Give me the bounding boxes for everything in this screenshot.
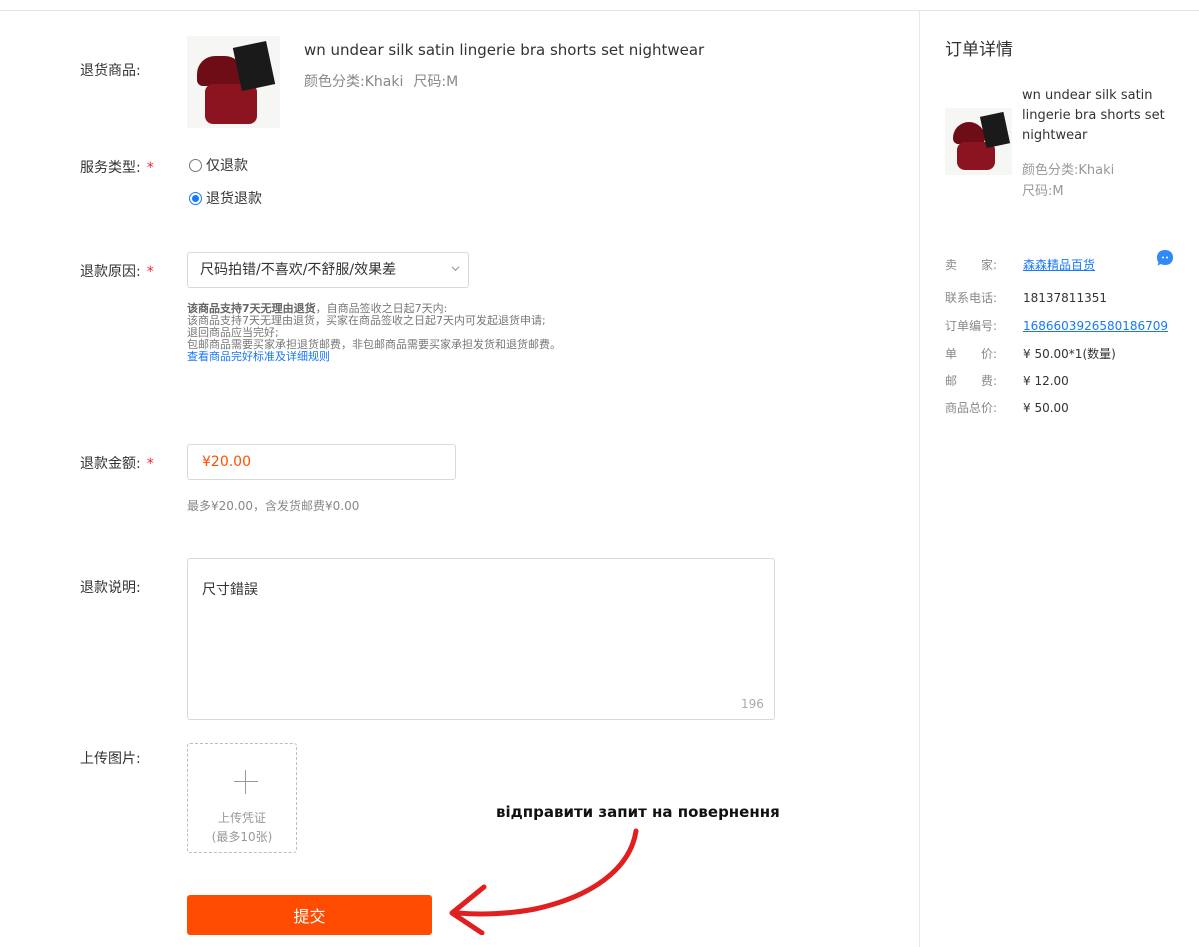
order-number-link[interactable]: 1686603926580186709 [1023,319,1168,333]
radio-refund-only[interactable]: 仅退款 [189,155,248,175]
refund-reason-select[interactable]: 尺码拍错/不喜欢/不舒服/效果差 [187,252,469,288]
order-product-size: 尺码:M [1022,184,1064,199]
refund-description-label: 退款说明: [80,580,141,596]
product-label: 退货商品: [80,63,141,79]
char-counter: 196 [741,697,764,711]
radio-circle[interactable] [189,158,202,172]
phone-row: 联系电话: 18137811351 [945,291,1107,305]
product-thumbnail [187,36,280,128]
refund-reason-value: 尺码拍错/不喜欢/不舒服/效果差 [200,262,397,278]
unit-price-value: ¥ 50.00*1(数量) [1023,347,1116,361]
total-price-value: ¥ 50.00 [1023,401,1069,415]
upload-proof-button[interactable]: 上传凭证 (最多10张) [187,743,297,853]
seller-row: 卖 家: 森森精品百货 [945,258,1096,272]
required-mark: * [146,160,154,176]
shipping-fee-row: 邮 费: ¥ 12.00 [945,374,1069,388]
upload-limit-text: (最多10张) [211,830,273,844]
service-type-label: 服务类型: * [80,160,154,176]
refund-reason-label: 退款原因: * [80,264,154,280]
policy-rules-link[interactable]: 查看商品完好标准及详细规则 [187,350,330,363]
top-border [0,10,1199,11]
order-product-color: 颜色分类:Khaki [1022,163,1115,178]
return-policy-notes: 该商品支持7天无理由退货，自商品签收之日起7天内: 该商品支持7天无理由退货，买… [187,302,561,363]
hand-drawn-arrow-icon [449,828,639,935]
refund-description-textarea[interactable]: 尺寸錯誤 [187,558,775,720]
upload-proof-text: 上传凭证 [217,811,266,825]
radio-return-refund-label: 退货退款 [206,191,262,207]
refund-amount-label: 退款金额: * [80,456,154,472]
phone-value: 18137811351 [1023,291,1107,305]
seller-link[interactable]: 森森精品百货 [1023,258,1095,272]
product-size: 尺码:M [413,74,459,90]
shipping-fee-value: ¥ 12.00 [1023,374,1069,388]
refund-amount-input[interactable] [187,444,456,480]
order-product-thumbnail [945,108,1012,175]
product-spec: 颜色分类:Khaki 尺码:M [304,71,458,91]
product-title: wn undear silk satin lingerie bra shorts… [304,41,705,59]
sidebar-divider [919,10,920,947]
order-number-row: 订单编号: 1686603926580186709 [945,319,1169,333]
upload-images-label: 上传图片: [80,751,141,767]
order-details-title: 订单详情 [945,40,1013,60]
unit-price-row: 单 价: ¥ 50.00*1(数量) [945,347,1116,361]
submit-button[interactable]: 提交 [187,895,432,935]
product-color: 颜色分类:Khaki [304,74,404,90]
radio-refund-only-label: 仅退款 [206,158,248,174]
chevron-down-icon [451,266,460,272]
radio-circle-selected[interactable] [189,191,202,205]
annotation-text: відправити запит на повернення [496,803,780,821]
radio-return-refund[interactable]: 退货退款 [189,188,262,208]
total-price-row: 商品总价: ¥ 50.00 [945,401,1069,415]
chat-bubble-icon[interactable] [1156,249,1174,267]
refund-amount-hint: 最多¥20.00，含发货邮费¥0.00 [187,499,360,513]
order-product-title: wn undear silk satin lingerie bra shorts… [1022,88,1165,143]
plus-icon [234,781,258,782]
